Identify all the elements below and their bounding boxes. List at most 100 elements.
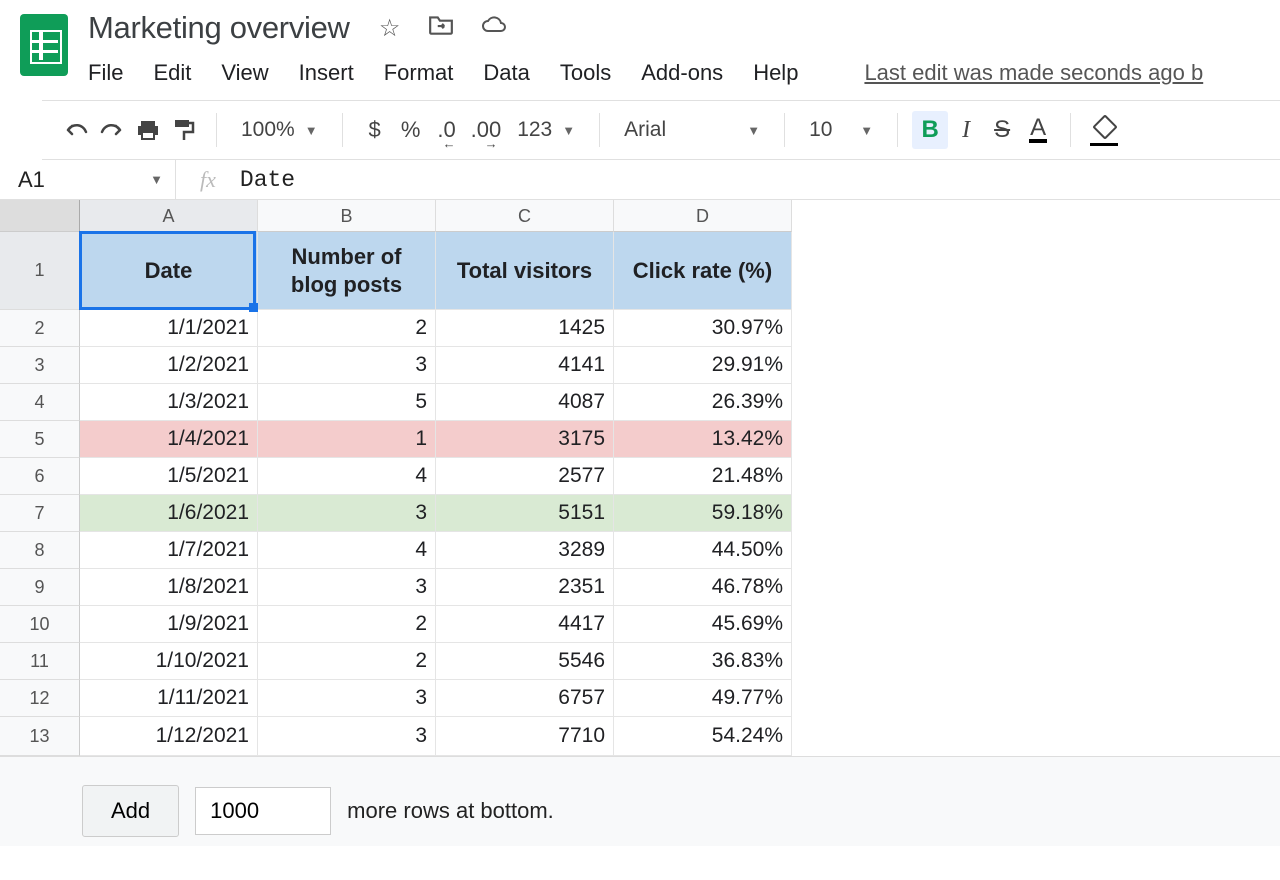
cell[interactable]: 1/6/2021 [80, 495, 258, 532]
cell[interactable]: Date [80, 232, 258, 310]
add-rows-count-input[interactable] [195, 787, 331, 835]
cell[interactable]: 1/7/2021 [80, 532, 258, 569]
row-header-1[interactable]: 1 [0, 232, 80, 310]
cell[interactable]: 2 [258, 643, 436, 680]
cell[interactable]: Click rate (%) [614, 232, 792, 310]
row-header[interactable]: 12 [0, 680, 80, 717]
add-rows-button[interactable]: Add [82, 785, 179, 837]
cell[interactable]: 49.77% [614, 680, 792, 717]
menu-addons[interactable]: Add-ons [641, 60, 723, 86]
row-header[interactable]: 5 [0, 421, 80, 458]
cell[interactable]: 1/12/2021 [80, 717, 258, 756]
bold-button[interactable]: B [912, 111, 948, 149]
cell[interactable]: 54.24% [614, 717, 792, 756]
menu-format[interactable]: Format [384, 60, 454, 86]
cell[interactable]: 7710 [436, 717, 614, 756]
cell[interactable]: 1/3/2021 [80, 384, 258, 421]
number-format-dropdown[interactable]: 123▼ [507, 111, 585, 149]
cell[interactable]: 46.78% [614, 569, 792, 606]
formula-input[interactable]: Date [240, 167, 295, 193]
cell[interactable]: 3 [258, 495, 436, 532]
select-all-corner[interactable] [0, 200, 80, 232]
row-header[interactable]: 6 [0, 458, 80, 495]
cell[interactable]: 5151 [436, 495, 614, 532]
cell[interactable]: 1 [258, 421, 436, 458]
fill-color-button[interactable] [1085, 111, 1121, 149]
menu-file[interactable]: File [88, 60, 123, 86]
cell[interactable]: 3 [258, 347, 436, 384]
row-header[interactable]: 8 [0, 532, 80, 569]
print-icon[interactable] [130, 111, 166, 149]
menu-tools[interactable]: Tools [560, 60, 611, 86]
row-header[interactable]: 13 [0, 717, 80, 756]
cell[interactable]: Number of blog posts [258, 232, 436, 310]
zoom-dropdown[interactable]: 100%▼ [231, 111, 328, 149]
column-header-C[interactable]: C [436, 200, 614, 232]
menu-insert[interactable]: Insert [299, 60, 354, 86]
paint-format-icon[interactable] [166, 111, 202, 149]
cell[interactable]: 59.18% [614, 495, 792, 532]
format-currency-button[interactable]: $ [357, 111, 393, 149]
cell[interactable]: 1/10/2021 [80, 643, 258, 680]
cell[interactable]: 13.42% [614, 421, 792, 458]
cell[interactable]: 2577 [436, 458, 614, 495]
cell[interactable]: 6757 [436, 680, 614, 717]
italic-button[interactable]: I [948, 111, 984, 149]
cell[interactable]: 1/9/2021 [80, 606, 258, 643]
cell[interactable]: 2351 [436, 569, 614, 606]
cell[interactable]: 4141 [436, 347, 614, 384]
move-folder-icon[interactable] [428, 14, 456, 43]
cell[interactable]: 3 [258, 680, 436, 717]
menu-help[interactable]: Help [753, 60, 798, 86]
cell[interactable]: Total visitors [436, 232, 614, 310]
menu-view[interactable]: View [221, 60, 268, 86]
cell[interactable]: 1/11/2021 [80, 680, 258, 717]
column-header-B[interactable]: B [258, 200, 436, 232]
font-size-dropdown[interactable]: 10▼ [799, 111, 883, 149]
sheets-logo-icon[interactable] [20, 14, 68, 76]
cell[interactable]: 1425 [436, 310, 614, 347]
name-box[interactable]: A1▼ [0, 160, 176, 199]
cell[interactable]: 29.91% [614, 347, 792, 384]
cell[interactable]: 1/2/2021 [80, 347, 258, 384]
cell[interactable]: 3289 [436, 532, 614, 569]
cell[interactable]: 1/4/2021 [80, 421, 258, 458]
cell[interactable]: 4087 [436, 384, 614, 421]
cloud-status-icon[interactable] [480, 14, 508, 43]
cell[interactable]: 1/5/2021 [80, 458, 258, 495]
cell[interactable]: 26.39% [614, 384, 792, 421]
cell[interactable]: 3 [258, 717, 436, 756]
document-title[interactable]: Marketing overview [88, 10, 350, 46]
cell[interactable]: 44.50% [614, 532, 792, 569]
format-percent-button[interactable]: % [393, 111, 429, 149]
row-header[interactable]: 7 [0, 495, 80, 532]
strikethrough-button[interactable]: S [984, 111, 1020, 149]
cell[interactable]: 4 [258, 532, 436, 569]
cell[interactable]: 21.48% [614, 458, 792, 495]
increase-decimal-button[interactable]: .00→ [465, 111, 508, 149]
row-header[interactable]: 10 [0, 606, 80, 643]
cell[interactable]: 4417 [436, 606, 614, 643]
text-color-button[interactable]: A [1020, 111, 1056, 149]
row-header[interactable]: 2 [0, 310, 80, 347]
cell[interactable]: 1/8/2021 [80, 569, 258, 606]
column-header-D[interactable]: D [614, 200, 792, 232]
cell[interactable]: 5546 [436, 643, 614, 680]
redo-icon[interactable] [94, 111, 130, 149]
row-header[interactable]: 4 [0, 384, 80, 421]
star-icon[interactable]: ☆ [376, 14, 404, 43]
last-edit-link[interactable]: Last edit was made seconds ago b [864, 60, 1203, 86]
cell[interactable]: 2 [258, 310, 436, 347]
cell[interactable]: 30.97% [614, 310, 792, 347]
cell[interactable]: 3175 [436, 421, 614, 458]
cell[interactable]: 4 [258, 458, 436, 495]
menu-edit[interactable]: Edit [153, 60, 191, 86]
column-header-A[interactable]: A [80, 200, 258, 232]
cell[interactable]: 1/1/2021 [80, 310, 258, 347]
row-header[interactable]: 9 [0, 569, 80, 606]
decrease-decimal-button[interactable]: .0← [429, 111, 465, 149]
cell[interactable]: 5 [258, 384, 436, 421]
font-dropdown[interactable]: Arial▼ [614, 111, 770, 149]
undo-icon[interactable] [58, 111, 94, 149]
cell[interactable]: 3 [258, 569, 436, 606]
